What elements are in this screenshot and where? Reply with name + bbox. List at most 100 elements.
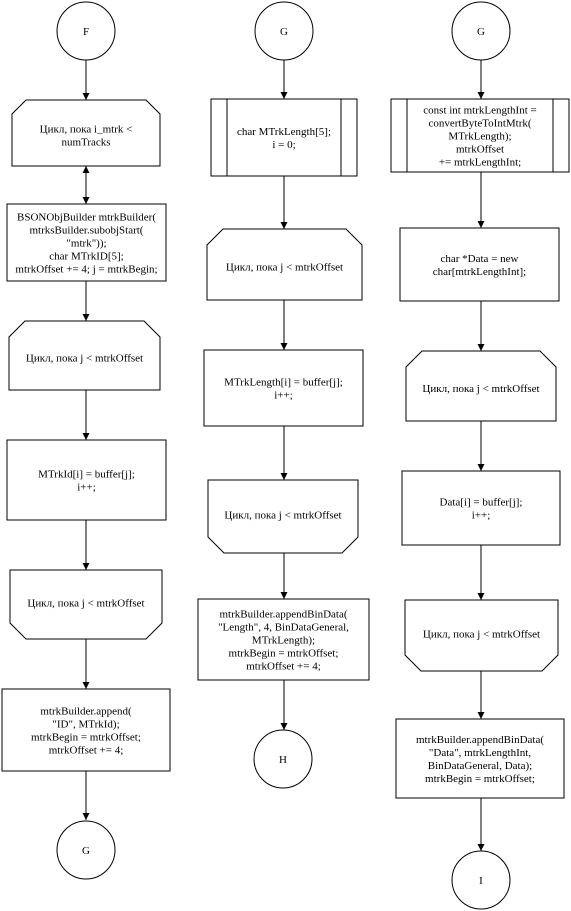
node-text-line: MTrkLength[i] = buffer[j];: [224, 377, 343, 389]
arrow-head: [82, 197, 90, 204]
loop-end-j-col1: Цикл, пока j < mtrkOffset: [9, 569, 163, 640]
node-text-line: mtrkOffset += 4;: [246, 661, 321, 673]
arrow-head: [82, 682, 90, 689]
node-text-line: char *Data = new: [441, 253, 519, 265]
arrow-head: [477, 712, 485, 719]
flow-arrow: [477, 671, 485, 719]
connector-label: H: [279, 754, 287, 766]
arrow-head: [280, 92, 288, 99]
connector-g-in: G: [254, 1, 314, 61]
flow-arrow: [280, 300, 288, 350]
arrow-head: [82, 93, 90, 100]
node-text-line: Цикл, пока j < mtrkOffset: [422, 383, 539, 395]
arrow-head: [82, 314, 90, 321]
flow-arrow: [82, 390, 90, 440]
connector-label: G: [477, 26, 485, 38]
loop-start-j-col3: Цикл, пока j < mtrkOffset: [405, 350, 557, 422]
node-text-line: mtrkBuilder.appendBinData(: [220, 609, 348, 621]
flow-arrow: [280, 426, 288, 480]
node-text-line: const int mtrkLengthInt =: [423, 105, 536, 117]
node-text-line: "Length", 4, BinDataGeneral,: [218, 622, 349, 634]
flow-arrow: [82, 639, 90, 689]
node-text-line: char MTrkLength[5];: [237, 126, 331, 138]
connector-label: G: [82, 845, 90, 857]
node-text-line: i = 0;: [272, 139, 295, 151]
arrow-head: [280, 592, 288, 599]
bidirectional-arrow: [82, 166, 90, 204]
node-text-line: mtrkOffset += 4;: [49, 745, 124, 757]
connector-g-col3: G: [451, 1, 511, 61]
node-text-line: numTracks: [61, 137, 110, 149]
arrow-head: [82, 563, 90, 570]
arrow-head: [82, 433, 90, 440]
flow-arrow: [280, 176, 288, 229]
flow-arrow: [477, 301, 485, 351]
node-text-line: mtrkBegin = mtrkOffset;: [229, 648, 339, 660]
assign-data-box: Data[i] = buffer[j];i++;: [401, 470, 561, 546]
convert-length-box: const int mtrkLengthInt =convertByteToIn…: [390, 98, 570, 173]
connector-label: F: [83, 26, 89, 38]
flowchart: F Цикл, пока i_mtrk <numTracks BSONObjBuil…: [1, 1, 570, 910]
arrow-head: [477, 221, 485, 228]
node-text-line: mtrkBegin = mtrkOffset;: [31, 732, 141, 744]
node-text-line: Цикл, пока j < mtrkOffset: [423, 629, 540, 641]
append-length-box: mtrkBuilder.appendBinData("Length", 4, B…: [197, 598, 370, 681]
node-text-line: MTrkId[i] = buffer[j];: [38, 469, 135, 481]
node-text-line: convertByteToIntMtrk(: [428, 118, 531, 130]
node-text-line: mtrkOffset: [456, 144, 504, 156]
flow-arrow: [477, 60, 485, 99]
node-text-line: Цикл, пока j < mtrkOffset: [26, 353, 143, 365]
node-text-line: "mtrk"));: [66, 238, 106, 250]
loop-end-j-col2: Цикл, пока j < mtrkOffset: [207, 479, 359, 554]
assign-mtrklength-box: MTrkLength[i] = buffer[j];i++;: [203, 349, 364, 427]
loop-start-i-mtrk: Цикл, пока i_mtrk <numTracks: [11, 99, 161, 167]
connector-f: F: [56, 1, 116, 61]
arrow-head: [477, 844, 485, 851]
node-text-line: Цикл, пока i_mtrk <: [40, 124, 133, 136]
node-text-line: char[mtrkLengthInt];: [433, 266, 526, 278]
flowchart-nodes: F Цикл, пока i_mtrk <numTracks BSONObjBuil…: [1, 1, 570, 910]
arrow-head: [477, 593, 485, 600]
arrow-head: [477, 344, 485, 351]
alloc-data-box: char *Data = newchar[mtrkLengthInt];: [399, 227, 560, 302]
connector-i: I: [451, 850, 511, 910]
arrow-head: [82, 166, 90, 173]
node-text-line: mtrkOffset += 4; j = mtrkBegin;: [15, 264, 157, 276]
loop-end-j-col3: Цикл, пока j < mtrkOffset: [404, 599, 559, 672]
flow-arrow: [280, 60, 288, 99]
builder-init-box: BSONObjBuilder mtrkBuilder(mtrksBuilder.…: [6, 203, 167, 282]
node-text-line: BinDataGeneral, Data);: [428, 760, 532, 772]
node-text-line: mtrkBuilder.appendBinData(: [416, 734, 544, 746]
node-text-line: i++;: [274, 390, 293, 402]
flow-arrow: [477, 545, 485, 600]
flow-arrow: [82, 771, 90, 820]
arrow-head: [280, 222, 288, 229]
flow-arrow: [280, 680, 288, 730]
arrow-head: [280, 723, 288, 730]
connector-label: I: [479, 875, 483, 887]
node-text-line: mtrkBuilder.append(: [40, 706, 132, 718]
append-data-box: mtrkBuilder.appendBinData("Data", mtrkLe…: [395, 718, 565, 799]
node-text-line: Data[i] = buffer[j];: [440, 497, 523, 509]
flow-arrow: [82, 520, 90, 570]
assign-mtrkid-box: MTrkId[i] = buffer[j];i++;: [6, 439, 167, 521]
arrow-head: [477, 464, 485, 471]
flow-arrow: [477, 172, 485, 228]
flow-arrow: [477, 798, 485, 851]
node-text-line: mtrkBegin = mtrkOffset;: [425, 773, 535, 785]
declare-mtrklength-box: char MTrkLength[5];i = 0;: [210, 98, 358, 177]
node-text-line: "Data", mtrkLengthInt,: [429, 747, 531, 759]
flow-arrow: [477, 421, 485, 471]
connector-label: G: [280, 26, 288, 38]
node-text-line: i++;: [77, 482, 96, 494]
node-text-line: char MTrkID[5];: [49, 251, 123, 263]
connector-h: H: [253, 729, 313, 789]
flow-arrow: [280, 553, 288, 599]
arrow-head: [280, 343, 288, 350]
node-text-line: Цикл, пока j < mtrkOffset: [226, 262, 343, 274]
node-text-line: "ID", MTrkId);: [52, 719, 119, 731]
node-text-line: i++;: [472, 510, 491, 522]
flow-arrow: [82, 60, 90, 100]
arrow-head: [477, 92, 485, 99]
loop-start-j-col2: Цикл, пока j < mtrkOffset: [206, 228, 363, 301]
